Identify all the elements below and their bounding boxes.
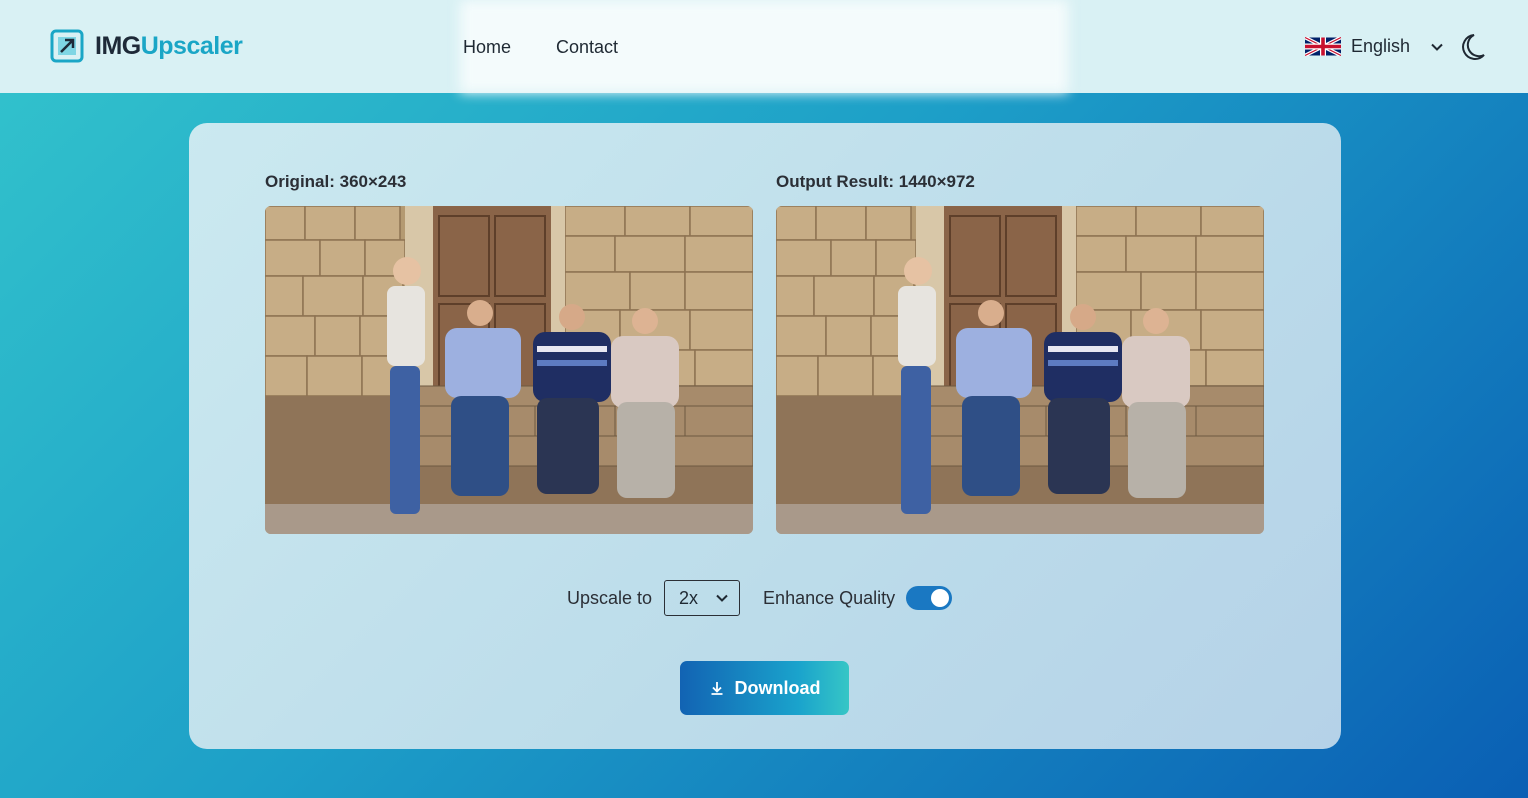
- output-image: [776, 206, 1264, 534]
- enhance-quality-label: Enhance Quality: [763, 587, 896, 608]
- original-image: [265, 206, 753, 534]
- logo-text-img: IMG: [95, 32, 141, 60]
- upscaler-card: Original: 360×243 Output Result: 1440×97…: [189, 123, 1341, 749]
- uk-flag-icon: [1305, 37, 1341, 56]
- original-label: Original: 360×243: [265, 172, 407, 191]
- logo-text: IMGUpscaler: [95, 32, 243, 61]
- top-header: IMGUpscaler Home Contact English: [0, 0, 1528, 93]
- download-button[interactable]: Download: [680, 661, 849, 715]
- main-nav: Home Contact: [463, 37, 618, 58]
- logo-icon: [50, 29, 84, 63]
- chevron-down-icon: [716, 594, 728, 602]
- enhance-quality-toggle[interactable]: [906, 586, 953, 610]
- language-selector[interactable]: English: [1305, 36, 1444, 57]
- moon-icon[interactable]: [1462, 33, 1488, 61]
- logo[interactable]: IMGUpscaler: [50, 29, 243, 64]
- toggle-knob: [931, 589, 950, 607]
- nav-contact[interactable]: Contact: [556, 37, 618, 58]
- download-icon: [711, 682, 722, 695]
- language-label: English: [1351, 36, 1411, 56]
- upscale-controls: Upscale to 2x Enhance Quality: [567, 580, 953, 616]
- logo-text-upscaler: Upscaler: [140, 32, 243, 60]
- upscale-select[interactable]: 2x: [664, 580, 741, 616]
- upscale-label: Upscale to: [567, 587, 653, 608]
- output-label: Output Result: 1440×972: [776, 172, 975, 191]
- download-label: Download: [734, 677, 821, 698]
- chevron-down-icon: [1431, 43, 1443, 51]
- nav-home[interactable]: Home: [463, 37, 511, 58]
- upscale-select-value: 2x: [679, 587, 699, 608]
